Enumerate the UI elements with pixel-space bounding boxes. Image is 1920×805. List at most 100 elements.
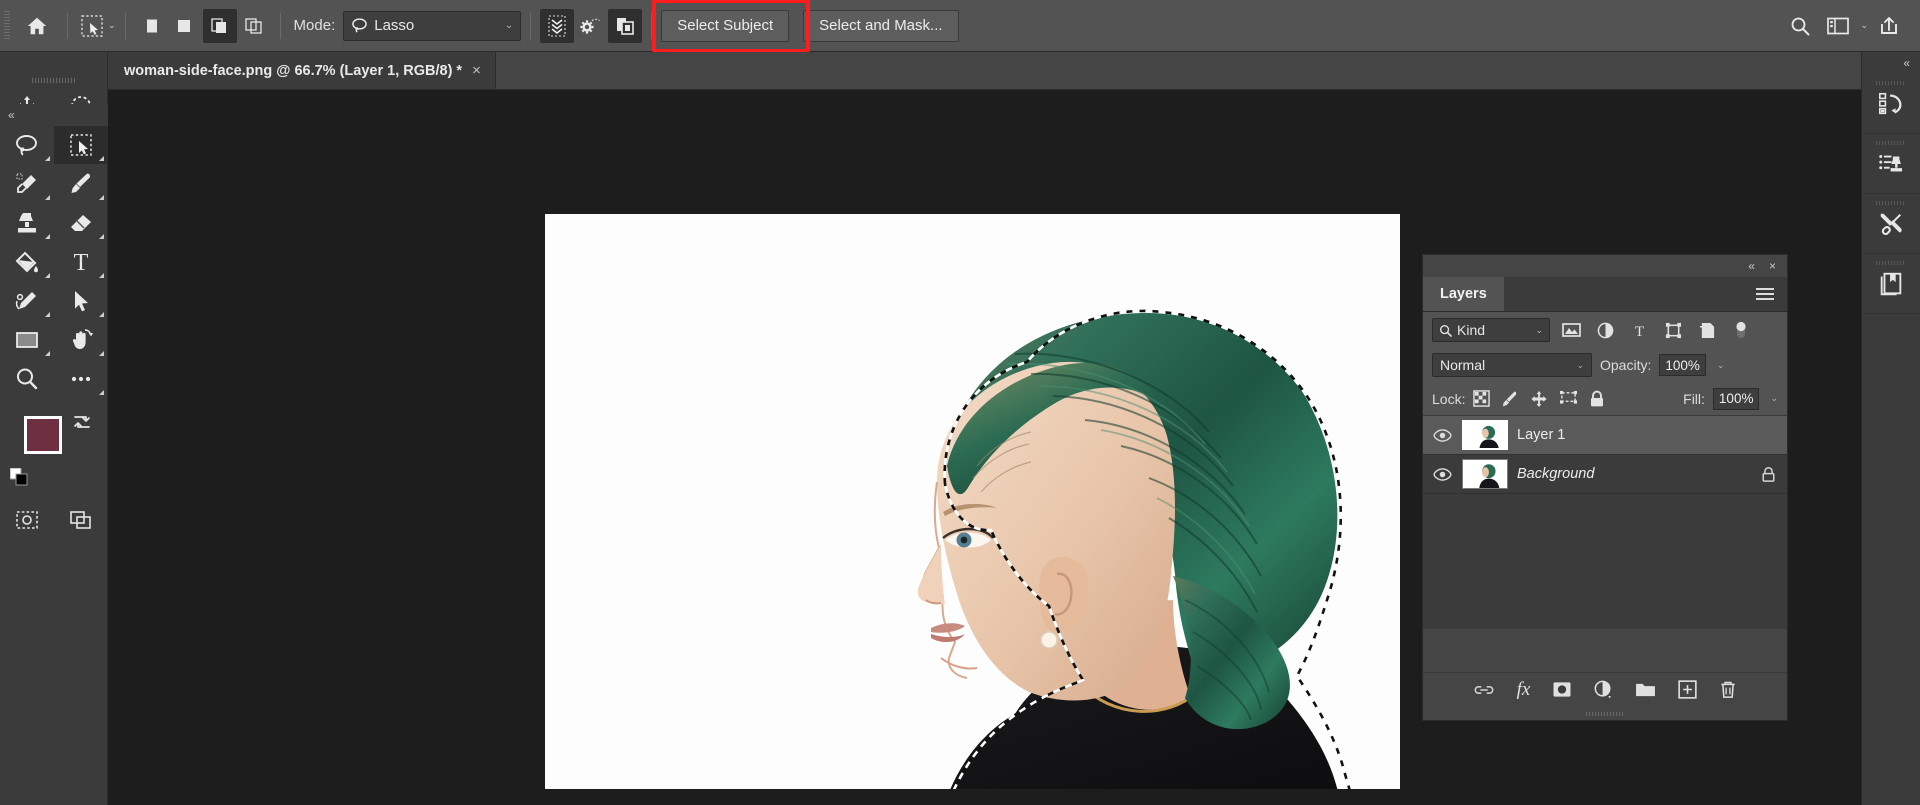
quick-selection-tool[interactable]: [54, 125, 108, 164]
settings-button[interactable]: [574, 9, 608, 43]
actions-panel-icon: [1879, 154, 1903, 171]
layers-panel-tabs: Layers: [1423, 277, 1787, 312]
gradient-tool[interactable]: [0, 242, 54, 281]
subtract-from-selection-button[interactable]: [202, 8, 237, 43]
eyedropper-tool[interactable]: [0, 164, 54, 203]
filter-kind-dropdown[interactable]: Kind ⌄: [1432, 318, 1550, 342]
actions-panel-button[interactable]: [1862, 134, 1920, 194]
workspace-button[interactable]: [1821, 9, 1855, 43]
layer-thumbnail[interactable]: [1462, 420, 1508, 450]
filter-type-layers-button[interactable]: T: [1626, 318, 1652, 342]
layers-panel-resize-grip[interactable]: [1423, 707, 1787, 720]
filter-smart-object-layers-button[interactable]: [1694, 318, 1720, 342]
swap-colors-button[interactable]: [71, 412, 93, 434]
flyout-indicator: [45, 273, 50, 278]
object-finder-button[interactable]: [608, 8, 643, 43]
layer-name[interactable]: Layer 1: [1517, 427, 1565, 443]
options-bar-grip[interactable]: [4, 10, 10, 41]
brush-tool[interactable]: [54, 164, 108, 203]
workspace-icon: [1827, 17, 1850, 34]
document-tab[interactable]: woman-side-face.png @ 66.7% (Layer 1, RG…: [108, 52, 496, 89]
lock-all-button[interactable]: [1589, 390, 1605, 408]
fill-chevron-icon[interactable]: ⌄: [1770, 393, 1778, 404]
lock-position-button[interactable]: [1530, 390, 1548, 408]
search-button[interactable]: [1783, 9, 1817, 43]
type-icon: T: [74, 250, 89, 275]
opacity-input[interactable]: 100%: [1659, 354, 1706, 376]
layer-thumbnail[interactable]: [1462, 459, 1508, 489]
lock-artboard-nesting-button[interactable]: [1559, 390, 1578, 407]
lock-transparent-pixels-button[interactable]: [1473, 390, 1491, 407]
close-panel-button[interactable]: ×: [1769, 259, 1776, 273]
flyout-indicator: [99, 273, 104, 278]
mode-dropdown[interactable]: Lasso ⌄: [343, 10, 522, 41]
clone-stamp-tool[interactable]: [0, 203, 54, 242]
layer-visibility-toggle[interactable]: [1431, 467, 1453, 481]
home-button[interactable]: [16, 9, 58, 43]
sample-all-layers-button[interactable]: [540, 8, 575, 43]
tool-preset-picker[interactable]: [77, 11, 107, 41]
eraser-tool[interactable]: [54, 203, 108, 242]
layer-row-layer-1[interactable]: Layer 1: [1423, 416, 1787, 455]
tool-presets-panel-button[interactable]: [1862, 194, 1920, 254]
object-finder-icon: [617, 17, 635, 35]
opacity-chevron-icon[interactable]: ⌄: [1717, 360, 1725, 371]
right-dock-collapse-button[interactable]: «: [1862, 52, 1920, 74]
divider: [279, 12, 281, 39]
layers-panel-titlebar: « ×: [1423, 255, 1787, 277]
layer-thumbnail-image: [1463, 460, 1507, 488]
lock-row: Lock: Fill: 100% ⌄: [1423, 382, 1787, 416]
select-and-mask-button[interactable]: Select and Mask...: [803, 9, 959, 42]
history-panel-button[interactable]: [1862, 74, 1920, 134]
add-to-selection-button[interactable]: [169, 9, 203, 43]
layer-name[interactable]: Background: [1517, 466, 1594, 482]
rectangle-tool[interactable]: [0, 320, 54, 359]
share-button[interactable]: [1872, 9, 1906, 43]
default-colors-button[interactable]: [10, 468, 28, 486]
layer-thumbnail-image: [1464, 422, 1506, 448]
quick-mask-button[interactable]: [0, 500, 54, 539]
fill-input[interactable]: 100%: [1712, 387, 1760, 410]
tab-layers[interactable]: Layers: [1423, 277, 1504, 311]
blend-mode-dropdown[interactable]: Normal ⌄: [1432, 353, 1592, 377]
delete-layer-button[interactable]: [1719, 680, 1737, 699]
link-layers-button[interactable]: [1473, 683, 1495, 697]
add-layer-mask-button[interactable]: [1552, 681, 1572, 698]
filter-toggle-button[interactable]: [1728, 318, 1754, 342]
filter-adjustment-layers-button[interactable]: [1592, 318, 1618, 342]
layer-row-background[interactable]: Background: [1423, 455, 1787, 494]
pen-tool[interactable]: [0, 281, 54, 320]
collapse-panel-button[interactable]: «: [1748, 259, 1755, 273]
intersect-selection-button[interactable]: [237, 9, 271, 43]
panel-grip: [1876, 201, 1906, 205]
panel-grip: [1876, 141, 1906, 145]
lock-image-pixels-button[interactable]: [1501, 390, 1519, 408]
screen-mode-button[interactable]: [54, 500, 108, 539]
chevron-down-icon[interactable]: ⌄: [1860, 20, 1868, 31]
zoom-tool[interactable]: [0, 359, 54, 398]
default-colors-icon: [10, 468, 28, 486]
hand-tool[interactable]: [54, 320, 108, 359]
layer-visibility-toggle[interactable]: [1431, 428, 1453, 442]
new-group-button[interactable]: [1635, 681, 1656, 698]
foreground-color-swatch[interactable]: [24, 416, 62, 454]
filter-pixel-layers-button[interactable]: [1558, 318, 1584, 342]
lasso-tool[interactable]: [0, 125, 54, 164]
new-adjustment-layer-button[interactable]: [1594, 680, 1613, 699]
tool-preset-caret[interactable]: ⌄: [108, 20, 116, 31]
layer-style-button[interactable]: fx: [1517, 679, 1531, 701]
edit-toolbar-tool[interactable]: [54, 359, 108, 398]
type-tool[interactable]: T: [54, 242, 108, 281]
libraries-panel-button[interactable]: [1862, 254, 1920, 314]
new-selection-button[interactable]: [135, 9, 169, 43]
select-subject-button[interactable]: Select Subject: [661, 9, 790, 42]
lock-buttons: [1473, 390, 1605, 408]
path-selection-tool[interactable]: [54, 281, 108, 320]
toolbar-grip[interactable]: [0, 74, 107, 86]
close-icon[interactable]: ×: [472, 62, 481, 79]
filter-shape-layers-button[interactable]: [1660, 318, 1686, 342]
document-canvas[interactable]: [545, 214, 1400, 789]
toolbar-collapse-button[interactable]: «: [0, 104, 108, 126]
panel-menu-button[interactable]: [1755, 277, 1787, 311]
new-layer-button[interactable]: [1678, 680, 1698, 699]
